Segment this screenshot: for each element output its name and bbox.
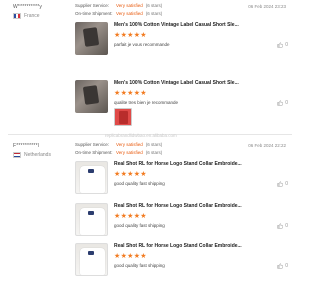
review-date: 06 Feb 2024 23:23 xyxy=(248,4,286,9)
like-count: 0 xyxy=(285,263,288,269)
reviewer: F**********l Netherlands xyxy=(13,143,51,158)
review-comment: good quality fast shipping xyxy=(114,181,165,186)
star-rating: ★★★★★ xyxy=(114,213,147,220)
thumbs-up-icon xyxy=(277,42,284,48)
rating-value: Very satisfied xyxy=(116,150,143,155)
rating-row: Supplier Service: Very satisfied (6 star… xyxy=(75,2,162,10)
netherlands-flag-icon xyxy=(13,152,21,158)
product-thumbnail[interactable] xyxy=(75,80,108,113)
review-item: Men's 100% Cotton Vintage Label Casual S… xyxy=(75,80,290,130)
rating-value: Very satisfied xyxy=(116,11,143,16)
star-rating: ★★★★★ xyxy=(114,171,147,178)
review-photo[interactable] xyxy=(114,108,132,126)
review-item: Real Shot RL for Horse Logo Stand Collar… xyxy=(75,243,290,279)
product-title[interactable]: Men's 100% Cotton Vintage Label Casual S… xyxy=(114,80,239,86)
rating-value: Very satisfied xyxy=(116,142,143,147)
rating-count: (6 stars) xyxy=(145,11,163,16)
country-label: France xyxy=(24,13,40,19)
like-count: 0 xyxy=(285,181,288,187)
reviewer-country: France xyxy=(13,13,42,19)
like-count: 0 xyxy=(285,100,288,106)
thumbs-up-icon xyxy=(277,263,284,269)
like-button[interactable]: 0 xyxy=(277,263,288,269)
like-count: 0 xyxy=(285,42,288,48)
product-thumbnail[interactable] xyxy=(75,243,108,276)
product-title[interactable]: Real Shot RL for Horse Logo Stand Collar… xyxy=(114,203,242,209)
star-rating: ★★★★★ xyxy=(114,90,147,97)
like-button[interactable]: 0 xyxy=(277,181,288,187)
review-comment: good quality fast shipping xyxy=(114,223,165,228)
review-comment: good quality fast shipping xyxy=(114,263,165,268)
reviewer-name: F**********l xyxy=(13,143,40,149)
rating-row: Supplier Service: Very satisfied (6 star… xyxy=(75,141,162,149)
star-rating: ★★★★★ xyxy=(114,253,147,260)
france-flag-icon xyxy=(13,13,21,19)
star-rating: ★★★★★ xyxy=(114,32,147,39)
product-title[interactable]: Real Shot RL for Horse Logo Stand Collar… xyxy=(114,243,242,249)
rating-row: On-time Shipment: Very satisfied (6 star… xyxy=(75,149,162,157)
rating-count: (6 stars) xyxy=(145,142,163,147)
product-title[interactable]: Real Shot RL for Horse Logo Stand Collar… xyxy=(114,161,242,167)
ratings: Supplier Service: Very satisfied (6 star… xyxy=(75,141,162,157)
review-item: Real Shot RL for Horse Logo Stand Collar… xyxy=(75,203,290,239)
review-item: Real Shot RL for Horse Logo Stand Collar… xyxy=(75,161,290,197)
review-card: F**********l Netherlands Supplier Servic… xyxy=(0,137,300,282)
product-thumbnail[interactable] xyxy=(75,203,108,236)
review-comment: qualite tres bien je recommande xyxy=(114,100,179,105)
rating-count: (6 stars) xyxy=(145,150,163,155)
product-title[interactable]: Men's 100% Cotton Vintage Label Casual S… xyxy=(114,22,239,28)
thumbs-up-icon xyxy=(277,223,284,229)
review-card: W**********y France Supplier Service: Ve… xyxy=(0,0,300,134)
rating-label: On-time Shipment: xyxy=(75,11,113,16)
product-thumbnail[interactable] xyxy=(75,22,108,55)
reviewer-country: Netherlands xyxy=(13,152,51,158)
like-button[interactable]: 0 xyxy=(277,223,288,229)
product-thumbnail[interactable] xyxy=(75,161,108,194)
like-button[interactable]: 0 xyxy=(277,100,288,106)
rating-row: On-time Shipment: Very satisfied (6 star… xyxy=(75,10,162,18)
rating-label: On-time Shipment: xyxy=(75,150,113,155)
reviewer-name: W**********y xyxy=(13,4,43,10)
review-comment: parfait je vous recommande xyxy=(114,42,170,47)
like-count: 0 xyxy=(285,223,288,229)
thumbs-up-icon xyxy=(277,100,284,106)
rating-label: Supplier Service: xyxy=(75,142,110,147)
rating-value: Very satisfied xyxy=(116,3,143,8)
country-label: Netherlands xyxy=(24,152,51,158)
rating-label: Supplier Service: xyxy=(75,3,110,8)
rating-count: (6 stars) xyxy=(145,3,163,8)
review-date: 06 Feb 2024 22:22 xyxy=(248,143,286,148)
like-button[interactable]: 0 xyxy=(277,42,288,48)
thumbs-up-icon xyxy=(277,181,284,187)
review-item: Men's 100% Cotton Vintage Label Casual S… xyxy=(75,22,290,72)
reviewer: W**********y France xyxy=(13,4,42,19)
ratings: Supplier Service: Very satisfied (6 star… xyxy=(75,2,162,18)
